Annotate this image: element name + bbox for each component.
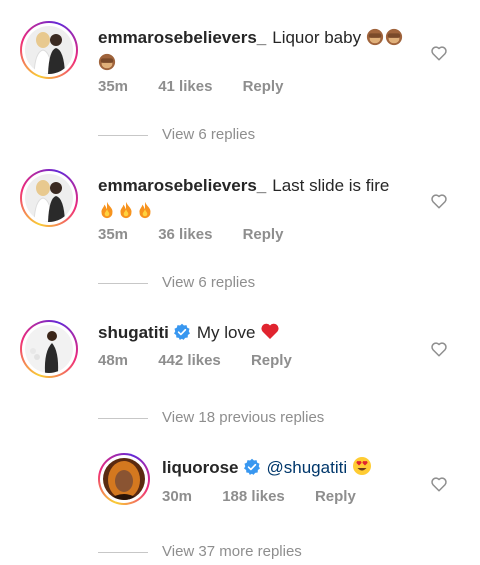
heart-eyes-face-icon: [352, 457, 371, 475]
profile-photo: [25, 174, 73, 222]
view-more-replies-label: View 37 more replies: [162, 543, 302, 560]
like-heart-icon[interactable]: [430, 340, 448, 358]
comment-text: emmarosebelievers_ Last slide is fire: [98, 173, 428, 223]
like-heart-icon[interactable]: [430, 475, 448, 493]
comment-body: My love: [196, 323, 256, 342]
comment-text: emmarosebelievers_ Liquor baby: [98, 25, 428, 75]
profile-photo: [25, 325, 73, 373]
red-heart-icon: [261, 323, 279, 339]
verified-badge-icon: [173, 323, 190, 340]
divider-line: [98, 551, 148, 553]
verified-badge-icon: [243, 458, 260, 475]
comment-username[interactable]: emmarosebelievers_: [98, 28, 266, 47]
comment-time: 35m: [98, 226, 129, 243]
comment-time: 48m: [98, 352, 129, 369]
divider-line: [98, 134, 148, 136]
reply-button[interactable]: Reply: [243, 78, 284, 95]
see-no-evil-monkey-icon: [385, 28, 402, 46]
comment-meta: 48m 442 likes Reply: [98, 352, 292, 369]
divider-line: [98, 282, 148, 284]
profile-photo: [25, 26, 73, 74]
comment-likes[interactable]: 442 likes: [158, 352, 221, 369]
reply-button[interactable]: Reply: [315, 488, 356, 505]
avatar[interactable]: [20, 320, 78, 378]
view-replies-link[interactable]: View 6 replies: [98, 126, 255, 143]
see-no-evil-monkey-icon: [366, 28, 383, 46]
comment-body: Liquor baby: [272, 28, 362, 47]
mention-link[interactable]: @shugatiti: [267, 458, 348, 477]
view-replies-link[interactable]: View 6 replies: [98, 274, 255, 291]
profile-photo: [103, 458, 145, 500]
comment-likes[interactable]: 36 likes: [158, 226, 212, 243]
avatar[interactable]: [20, 21, 78, 79]
divider-line: [98, 417, 148, 419]
view-replies-label: View 18 previous replies: [162, 409, 325, 426]
view-replies-link[interactable]: View 18 previous replies: [98, 409, 324, 426]
comment-username[interactable]: emmarosebelievers_: [98, 176, 266, 195]
comment-likes[interactable]: 188 likes: [222, 488, 285, 505]
see-no-evil-monkey-icon: [98, 53, 116, 71]
fire-icon: [101, 201, 113, 219]
comment-likes[interactable]: 41 likes: [158, 78, 212, 95]
comment-text: shugatiti My love: [98, 320, 428, 345]
view-replies-label: View 6 replies: [162, 274, 256, 291]
avatar[interactable]: [98, 453, 150, 505]
fire-icon: [120, 201, 132, 219]
comment-meta: 35m 36 likes Reply: [98, 226, 283, 243]
like-heart-icon[interactable]: [430, 192, 448, 210]
comment-time: 35m: [98, 78, 129, 95]
comment-username[interactable]: shugatiti: [98, 323, 169, 342]
comment-meta: 35m 41 likes Reply: [98, 78, 283, 95]
comment-time: 30m: [162, 488, 193, 505]
comment-body: Last slide is fire: [272, 176, 390, 195]
reply-button[interactable]: Reply: [251, 352, 292, 369]
comment-username[interactable]: liquorose: [162, 458, 239, 477]
avatar[interactable]: [20, 169, 78, 227]
view-more-replies-link[interactable]: View 37 more replies: [98, 543, 302, 560]
comment-meta: 30m 188 likes Reply: [162, 488, 356, 505]
fire-icon: [139, 201, 151, 219]
reply-button[interactable]: Reply: [243, 226, 284, 243]
view-replies-label: View 6 replies: [162, 126, 256, 143]
like-heart-icon[interactable]: [430, 44, 448, 62]
comment-text: liquorose @shugatiti: [162, 455, 422, 480]
